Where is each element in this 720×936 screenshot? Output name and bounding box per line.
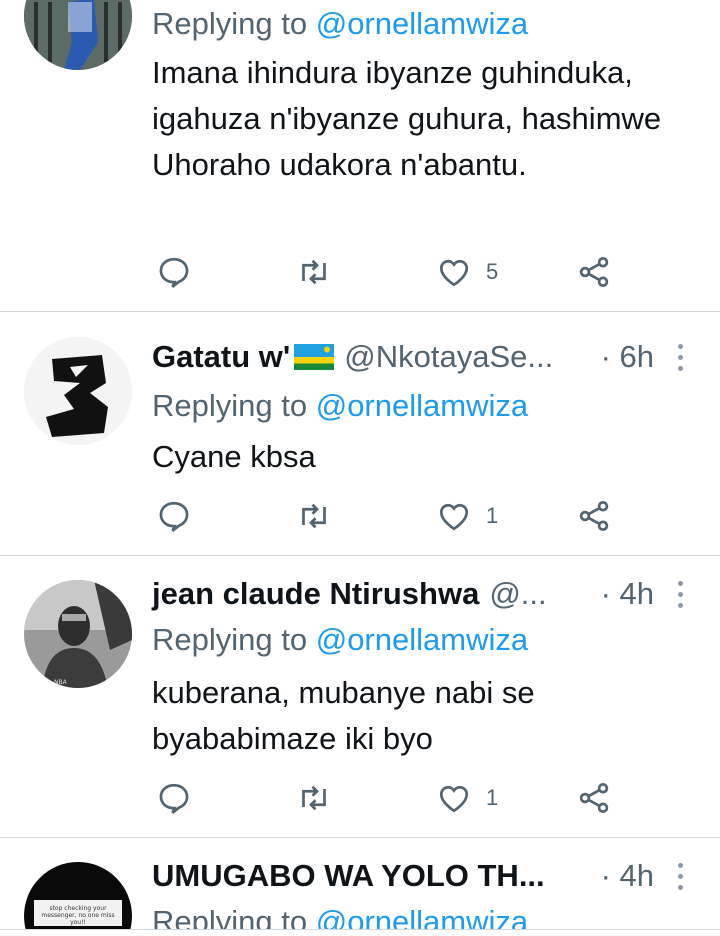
replying-prefix: Replying to [152,622,308,657]
share-icon [579,257,609,287]
action-bar: 5 [152,252,632,292]
like-button[interactable]: 1 [436,496,498,536]
like-icon [439,503,469,531]
mention-link[interactable]: @ornellamwiza [316,622,528,657]
avatar-image: stop checking your messenger, no one mis… [34,900,122,926]
display-name[interactable]: UMUGABO WA YOLO TH... [152,858,545,894]
timestamp[interactable]: · 6h [601,339,654,375]
tweet-header: UMUGABO WA YOLO TH... · 4h [152,856,690,896]
replying-prefix: Replying to [152,388,308,423]
share-button[interactable] [576,496,612,536]
rwanda-flag-icon [294,342,335,370]
replying-to: Replying to @ornellamwiza [152,388,528,424]
avatar[interactable] [24,337,132,445]
reply-button[interactable] [156,778,192,818]
avatar[interactable]: stop checking your messenger, no one mis… [24,862,132,930]
tweet-header: jean claude Ntirushwa @... · 4h [152,574,690,614]
username[interactable]: @... [489,576,580,612]
divider [0,929,720,930]
mention-link[interactable]: @ornellamwiza [316,904,528,930]
share-button[interactable] [576,778,612,818]
avatar-image [24,0,132,70]
retweet-icon [302,503,326,529]
reply-button[interactable] [156,496,192,536]
svg-text:NBA: NBA [54,679,68,686]
replying-prefix: Replying to [152,904,308,930]
username[interactable]: @NkotayaSe... [344,339,580,375]
tweet-text: Imana ihindura ibyanze guhinduka, igahuz… [152,55,662,182]
timestamp[interactable]: · 4h [601,858,654,894]
like-button[interactable]: 5 [436,252,498,292]
mention-link[interactable]: @ornellamwiza [316,6,528,41]
like-count: 5 [486,259,499,284]
replying-prefix: Replying to [152,6,308,41]
more-icon[interactable] [670,580,690,608]
like-count: 1 [486,503,499,528]
mention-link[interactable]: @ornellamwiza [316,388,528,423]
tweet-text: kuberana, mubanye nabi se byababimaze ik… [152,675,535,756]
like-icon [439,785,469,813]
retweet-icon [302,785,326,811]
avatar[interactable]: NBA [24,580,132,688]
share-icon [579,783,609,813]
divider [0,555,720,556]
avatar-caption: stop checking your messenger, no one mis… [41,905,115,926]
reply-icon [159,783,189,814]
share-button[interactable] [576,252,612,292]
like-button[interactable]: 1 [436,778,498,818]
replying-to: Replying to @ornellamwiza [152,622,528,658]
timestamp[interactable]: · 4h [601,576,654,612]
more-icon[interactable] [670,862,690,890]
retweet-icon [302,259,326,285]
retweet-button[interactable] [296,778,332,818]
action-bar: 1 [152,778,632,818]
reply-icon [159,257,189,288]
avatar[interactable] [24,0,132,70]
action-bar: 1 [152,496,632,536]
like-count: 1 [486,785,499,810]
like-icon [439,259,469,287]
divider [0,311,720,312]
reply-icon [159,501,189,532]
replying-to: Replying to @ornellamwiza [152,904,528,930]
tweet-4[interactable]: stop checking your messenger, no one mis… [0,838,720,930]
display-name[interactable]: Gatatu w' [152,339,335,375]
reply-button[interactable] [156,252,192,292]
avatar-image: NBA [24,580,132,688]
display-name[interactable]: jean claude Ntirushwa [152,576,479,612]
tweet-header: Gatatu w' @NkotayaSe... · 6h [152,337,690,377]
tweet-text: Cyane kbsa [152,439,316,474]
share-icon [579,501,609,531]
retweet-button[interactable] [296,252,332,292]
more-icon[interactable] [670,343,690,371]
retweet-button[interactable] [296,496,332,536]
avatar-image [24,337,132,445]
replying-to: Replying to @ornellamwiza [152,6,528,42]
